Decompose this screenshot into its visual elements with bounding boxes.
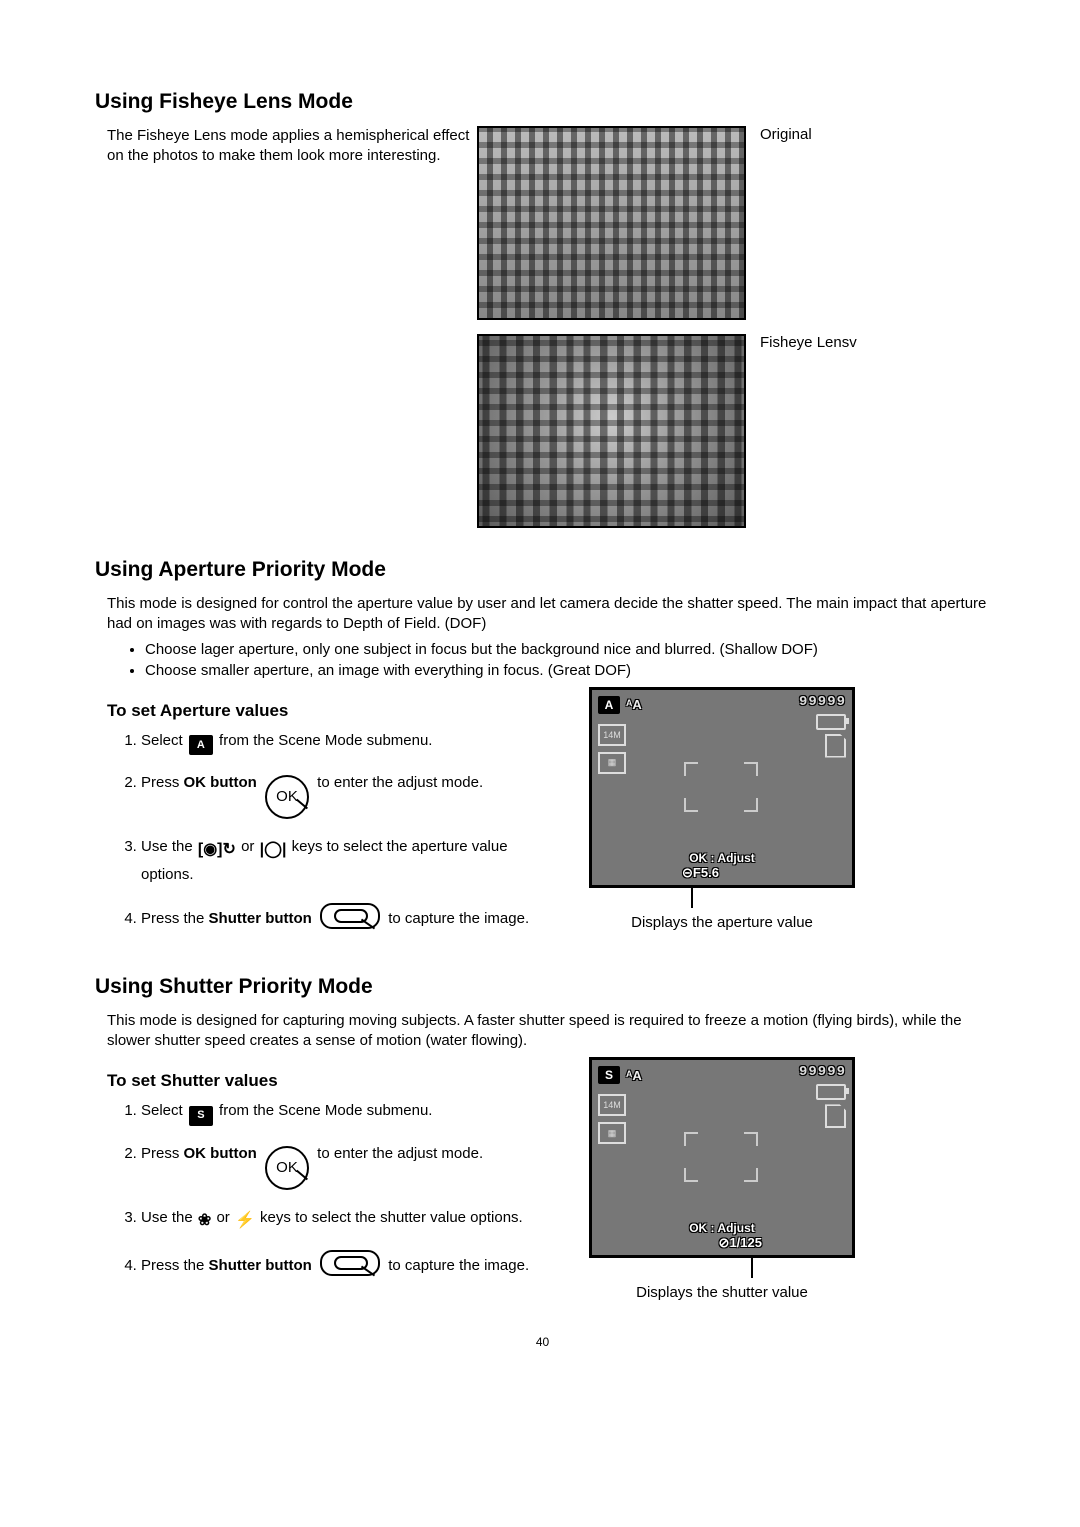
caption-fisheye: Fisheye Lensv	[760, 334, 857, 351]
bullet-great: Choose smaller aperture, an image with e…	[145, 662, 990, 679]
bullet-shallow: Choose lager aperture, only one subject …	[145, 641, 990, 658]
pointer-line	[751, 1256, 753, 1278]
step-2: Press OK button OK to enter the adjust m…	[141, 1142, 547, 1190]
size-icon: 14M	[598, 1094, 626, 1116]
quality-icon: ▦	[598, 752, 626, 774]
lcd-aperture-value: ⊝F5.6	[682, 865, 719, 881]
mode-s-icon: S	[189, 1106, 213, 1126]
shutter-lcd: S ᴬA 99999 14M ▦ OK : Adjust ⊘1	[589, 1057, 855, 1258]
ok-button-icon: OK	[265, 775, 309, 819]
sd-card-icon	[825, 734, 846, 758]
page-number: 40	[95, 1335, 990, 1349]
caption-original: Original	[760, 126, 812, 143]
heading-fisheye: Using Fisheye Lens Mode	[95, 90, 990, 114]
original-photo	[477, 126, 746, 320]
shutter-button-icon	[320, 1250, 380, 1276]
aperture-intro: This mode is designed for control the ap…	[107, 594, 990, 635]
aperture-bullets: Choose lager aperture, only one subject …	[107, 641, 990, 679]
lcd-hint: OK : Adjust	[592, 1221, 852, 1235]
fisheye-photo	[477, 334, 746, 528]
aperture-steps: Select A from the Scene Mode submenu. Pr…	[107, 729, 547, 931]
right-key-icon: |◯|	[260, 837, 287, 863]
lcd-counter: 99999	[799, 694, 846, 710]
step-4: Press the Shutter button to capture the …	[141, 903, 547, 931]
shutter-intro: This mode is designed for capturing movi…	[107, 1011, 990, 1052]
step-2: Press OK button OK to enter the adjust m…	[141, 771, 547, 819]
step-3: Use the [◉]↻ or |◯| keys to select the a…	[141, 835, 547, 887]
shutter-button-icon	[320, 903, 380, 929]
aperture-subheading: To set Aperture values	[107, 701, 547, 721]
lcd-mode-icon: A	[598, 696, 620, 714]
shutter-subheading: To set Shutter values	[107, 1071, 547, 1091]
quality-icon: ▦	[598, 1122, 626, 1144]
af-frame	[684, 762, 758, 812]
lcd-counter: 99999	[799, 1064, 846, 1080]
af-frame	[684, 1132, 758, 1182]
lcd-auto-icon: ᴬA	[626, 697, 642, 712]
battery-icon	[816, 1084, 846, 1100]
up-key-icon: ❀	[198, 1208, 211, 1234]
lcd-hint: OK : Adjust	[592, 851, 852, 865]
mode-a-icon: A	[189, 735, 213, 755]
step-1: Select A from the Scene Mode submenu.	[141, 729, 547, 756]
pointer-line	[691, 886, 693, 908]
heading-aperture: Using Aperture Priority Mode	[95, 558, 990, 582]
lcd-caption-shutter: Displays the shutter value	[636, 1284, 808, 1301]
battery-icon	[816, 714, 846, 730]
shutter-steps: Select S from the Scene Mode submenu. Pr…	[107, 1099, 547, 1277]
left-key-icon: [◉]↻	[198, 837, 236, 863]
size-icon: 14M	[598, 724, 626, 746]
lcd-caption-aperture: Displays the aperture value	[631, 914, 813, 931]
lcd-mode-icon: S	[598, 1066, 620, 1084]
lcd-shutter-value: ⊘1/125	[719, 1235, 762, 1251]
step-4: Press the Shutter button to capture the …	[141, 1250, 547, 1278]
aperture-lcd: A ᴬA 99999 14M ▦ OK : Adjust ⊝F	[589, 687, 855, 888]
ok-button-icon: OK	[265, 1146, 309, 1190]
heading-shutter: Using Shutter Priority Mode	[95, 975, 990, 999]
step-1: Select S from the Scene Mode submenu.	[141, 1099, 547, 1126]
lcd-auto-icon: ᴬA	[626, 1068, 642, 1083]
step-3: Use the ❀ or ⚡ keys to select the shutte…	[141, 1206, 547, 1234]
sd-card-icon	[825, 1104, 846, 1128]
down-key-icon: ⚡	[235, 1208, 255, 1234]
fisheye-intro: The Fisheye Lens mode applies a hemisphe…	[107, 126, 477, 167]
